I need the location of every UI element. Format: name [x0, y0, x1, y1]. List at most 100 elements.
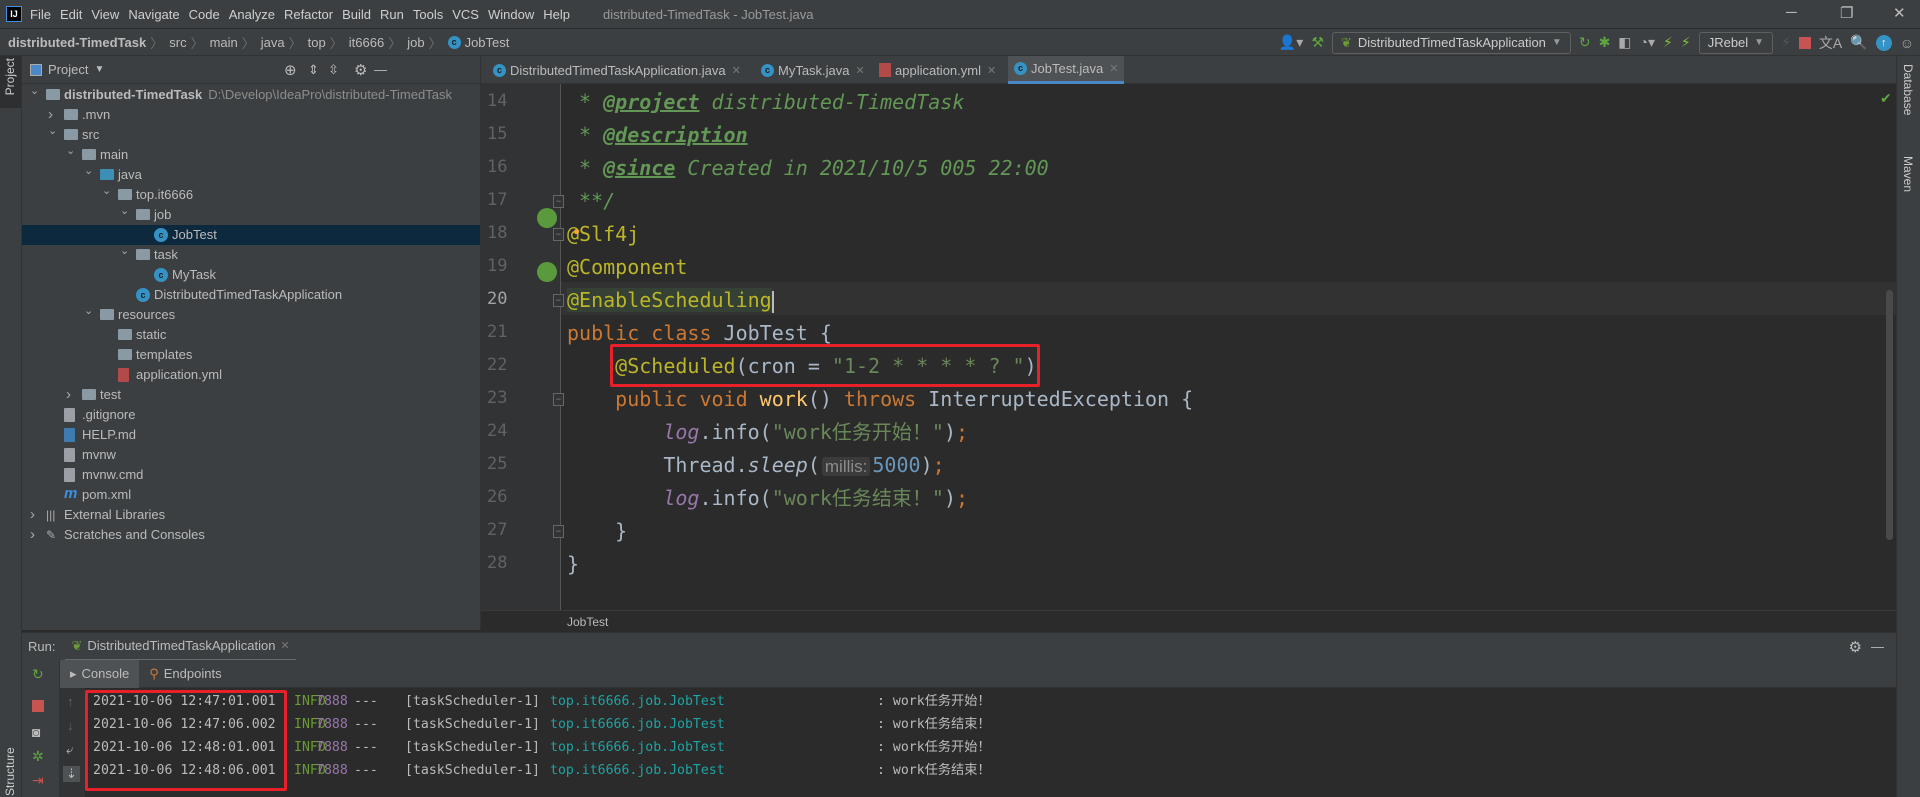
- breadcrumb-item[interactable]: job: [407, 35, 424, 50]
- tree-item[interactable]: templates: [22, 345, 480, 365]
- tree-item[interactable]: mvnw: [22, 445, 480, 465]
- chevron-right-icon[interactable]: ›: [30, 525, 35, 545]
- fold-marker-icon[interactable]: −: [553, 195, 564, 208]
- close-tab-icon[interactable]: ✕: [856, 64, 865, 77]
- jrebel-select[interactable]: JRebel ▼: [1698, 31, 1774, 54]
- menu-window[interactable]: Window: [488, 7, 534, 22]
- tree-item[interactable]: static: [22, 325, 480, 345]
- menu-analyze[interactable]: Analyze: [229, 7, 275, 22]
- menu-vcs[interactable]: VCS: [452, 7, 479, 22]
- chevron-down-icon[interactable]: ⌄: [102, 181, 111, 201]
- fold-marker-icon[interactable]: −: [553, 228, 564, 241]
- rerun-icon[interactable]: ↻: [32, 666, 44, 683]
- tree-item[interactable]: › ✎ Scratches and Consoles: [22, 525, 480, 545]
- breadcrumb-item[interactable]: top: [308, 35, 326, 50]
- chevron-down-icon[interactable]: ⌄: [48, 121, 57, 141]
- gear-icon[interactable]: ⚙: [1849, 638, 1862, 656]
- menu-edit[interactable]: Edit: [60, 7, 82, 22]
- menu-navigate[interactable]: Navigate: [128, 7, 179, 22]
- console-output[interactable]: 2021-10-06 12:47:01.001 INFO 7888 --- [taskS…: [85, 688, 1896, 797]
- gear-icon[interactable]: ⚙: [354, 61, 367, 79]
- camera-icon[interactable]: ◙: [32, 724, 40, 740]
- hide-icon[interactable]: —: [374, 62, 387, 77]
- tree-item[interactable]: mvnw.cmd: [22, 465, 480, 485]
- chevron-down-icon[interactable]: ⌄: [84, 301, 93, 321]
- editor-breadcrumb[interactable]: JobTest: [481, 610, 1896, 632]
- menu-build[interactable]: Build: [342, 7, 371, 22]
- rerun-icon[interactable]: ↻: [1579, 34, 1591, 51]
- menu-tools[interactable]: Tools: [413, 7, 443, 22]
- menu-file[interactable]: File: [30, 7, 51, 22]
- tree-item[interactable]: c MyTask: [22, 265, 480, 285]
- breadcrumb-item[interactable]: distributed-TimedTask: [8, 35, 146, 50]
- chevron-down-icon[interactable]: ⌄: [30, 81, 39, 101]
- hide-icon[interactable]: —: [1871, 639, 1884, 654]
- build-hammer-icon[interactable]: ⚒: [1311, 34, 1324, 51]
- tree-item[interactable]: m pom.xml: [22, 485, 480, 505]
- tab-mytask-java[interactable]: c MyTask.java ✕: [755, 56, 871, 84]
- breadcrumb-item[interactable]: it6666: [349, 35, 384, 50]
- fold-marker-icon[interactable]: −: [553, 294, 564, 307]
- breadcrumb-item[interactable]: JobTest: [465, 35, 510, 50]
- tab-console[interactable]: ▸ Console: [60, 659, 140, 688]
- tree-item[interactable]: ⌄ resources: [22, 305, 480, 325]
- stop-icon[interactable]: [1798, 36, 1811, 49]
- chevron-down-icon[interactable]: ⌄: [66, 141, 75, 161]
- menu-help[interactable]: Help: [543, 7, 570, 22]
- restore-button[interactable]: ❐: [1840, 4, 1853, 22]
- update-icon[interactable]: ↑: [1875, 34, 1892, 51]
- jrebel-debug-icon[interactable]: ⚡: [1681, 34, 1691, 51]
- database-tool-button[interactable]: Database: [1901, 64, 1915, 115]
- tree-item[interactable]: ⌄ top.it6666: [22, 185, 480, 205]
- project-tool-button[interactable]: Project: [0, 56, 21, 108]
- coverage-icon[interactable]: ◧: [1618, 34, 1631, 51]
- scroll-down-icon[interactable]: ↓: [67, 718, 74, 733]
- chevron-down-icon[interactable]: ⌄: [120, 201, 129, 221]
- run-config-select[interactable]: ❦ DistributedTimedTaskApplication ▼: [1331, 31, 1571, 54]
- menu-refactor[interactable]: Refactor: [284, 7, 333, 22]
- spring-bean-class-icon[interactable]: [537, 262, 557, 282]
- tree-item[interactable]: application.yml: [22, 365, 480, 385]
- intention-bulb-icon[interactable]: ●: [573, 224, 580, 238]
- tree-item[interactable]: .gitignore: [22, 405, 480, 425]
- chevron-right-icon[interactable]: ›: [66, 385, 71, 405]
- tree-item[interactable]: ⌄ task: [22, 245, 480, 265]
- close-tab-icon[interactable]: ✕: [987, 64, 996, 77]
- chevron-right-icon[interactable]: ›: [30, 505, 35, 525]
- menu-view[interactable]: View: [91, 7, 119, 22]
- breadcrumb-item[interactable]: main: [210, 35, 238, 50]
- avatar-icon[interactable]: ☺: [1900, 35, 1914, 51]
- fold-marker-icon[interactable]: −: [553, 393, 564, 406]
- spring-bean-icon[interactable]: [537, 208, 557, 228]
- chevron-down-icon[interactable]: ⌄: [84, 161, 93, 181]
- chevron-down-icon[interactable]: ▼: [94, 64, 104, 75]
- tab-application-yml[interactable]: application.yml ✕: [873, 56, 1002, 84]
- tree-item[interactable]: ⌄ java: [22, 165, 480, 185]
- tree-item[interactable]: ⌄ src: [22, 125, 480, 145]
- scroll-up-icon[interactable]: ↑: [67, 694, 74, 709]
- tree-item[interactable]: › ||| External Libraries: [22, 505, 480, 525]
- maven-tool-button[interactable]: Maven: [1901, 156, 1915, 192]
- exit-icon[interactable]: ⇥: [32, 772, 44, 789]
- breadcrumb-item[interactable]: src: [169, 35, 186, 50]
- tree-item[interactable]: › .mvn: [22, 105, 480, 125]
- tab-distributedtimedtaskapplication-java[interactable]: c DistributedTimedTaskApplication.java ✕: [487, 56, 747, 84]
- tree-item[interactable]: › test: [22, 385, 480, 405]
- restore-layout-icon[interactable]: ✲: [32, 748, 44, 765]
- fold-marker-icon[interactable]: −: [553, 525, 564, 538]
- soft-wrap-icon[interactable]: ⤶: [66, 742, 73, 758]
- breadcrumb-item[interactable]: java: [261, 35, 285, 50]
- tree-item[interactable]: c JobTest: [22, 225, 480, 245]
- locate-icon[interactable]: ⊕: [284, 61, 297, 79]
- debug-bug-icon[interactable]: ✱: [1599, 34, 1611, 51]
- jrebel-run-icon[interactable]: ⚡: [1663, 34, 1673, 51]
- chevron-down-icon[interactable]: ⌄: [120, 241, 129, 261]
- editor-scrollbar[interactable]: [1886, 290, 1893, 540]
- tab-endpoints[interactable]: ⚲ Endpoints: [139, 660, 231, 688]
- expand-all-icon[interactable]: ⇕: [308, 62, 319, 78]
- tab-jobtest-java[interactable]: c JobTest.java ✕: [1008, 56, 1125, 84]
- translate-icon[interactable]: 文A: [1819, 33, 1842, 53]
- close-tab-icon[interactable]: ✕: [280, 639, 289, 652]
- minimize-button[interactable]: ─: [1786, 4, 1797, 21]
- tree-item[interactable]: ⌄ distributed-TimedTask D:\Develop\IdeaPro…: [22, 85, 480, 105]
